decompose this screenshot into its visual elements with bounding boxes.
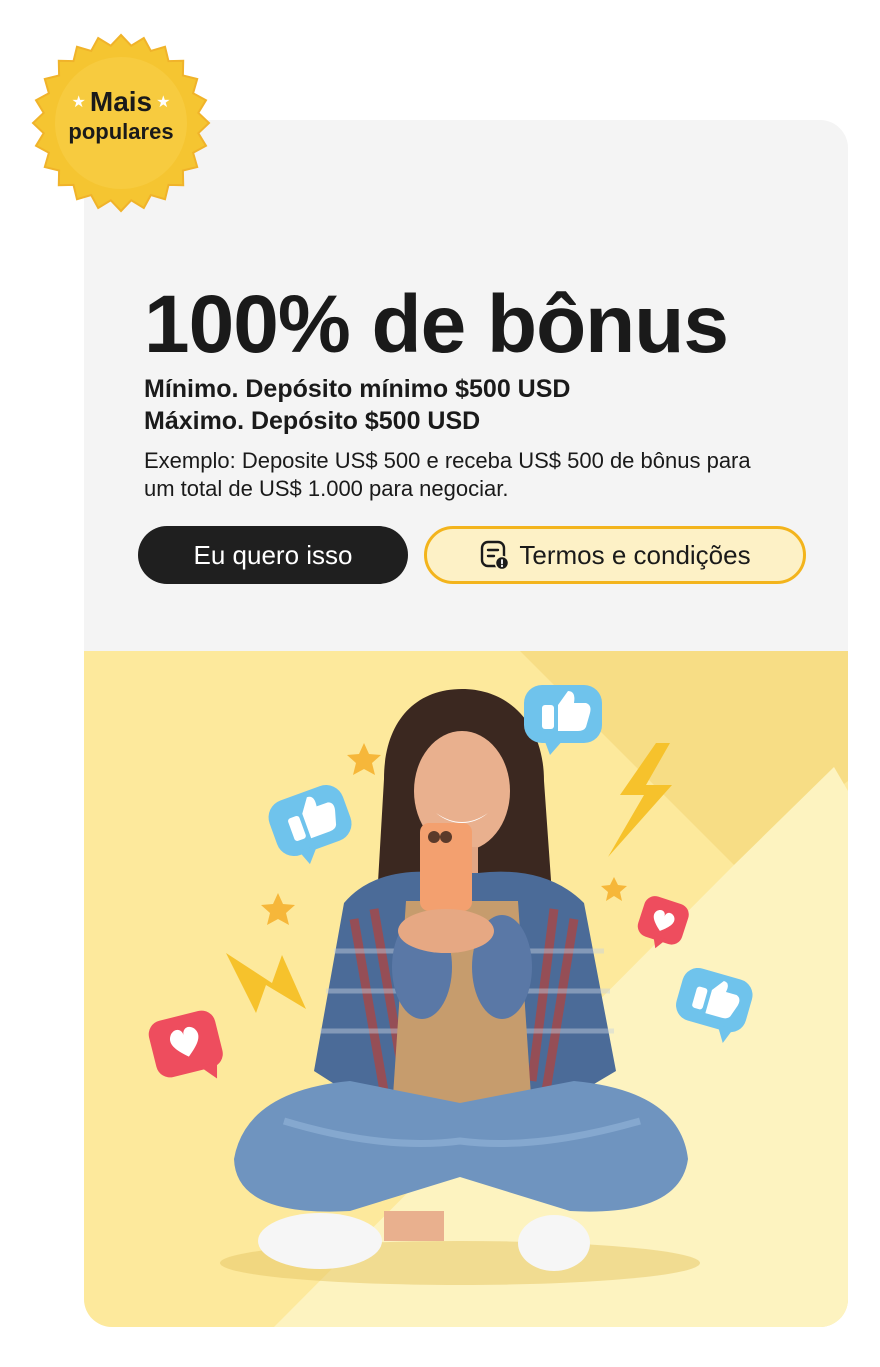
star-icon: [601, 877, 627, 901]
woman-image: [234, 689, 688, 1271]
document-info-icon: [479, 539, 511, 571]
lightning-icon: [226, 953, 306, 1013]
claim-bonus-label: Eu quero isso: [193, 539, 353, 570]
claim-bonus-button[interactable]: Eu quero isso: [138, 526, 408, 584]
heart-icon: [637, 896, 689, 949]
thumbs-up-icon: [268, 785, 352, 865]
most-popular-badge: ★ Mais ★ populares: [30, 32, 212, 214]
heart-icon: [148, 1010, 223, 1079]
star-icon: ★: [71, 94, 86, 111]
star-icon: ★: [156, 94, 171, 111]
terms-button[interactable]: Termos e condições: [424, 526, 806, 584]
thumbs-up-icon: [676, 967, 753, 1044]
maximum-deposit-text: Máximo. Depósito $500 USD: [144, 407, 481, 435]
star-icon: [347, 743, 381, 775]
bonus-card: 100% de bônus Mínimo. Depósito mínimo $5…: [84, 120, 848, 1327]
star-icon: [261, 893, 295, 925]
badge-label-line1: Mais: [89, 86, 153, 117]
offer-title: 100% de bônus: [144, 279, 729, 370]
terms-label: Termos e condições: [519, 539, 751, 570]
minimum-deposit-text: Mínimo. Depósito mínimo $500 USD: [144, 375, 571, 403]
hero-illustration: [148, 685, 753, 1285]
badge-label-line2: populares: [68, 119, 174, 144]
promo-page: 100% de bônus Mínimo. Depósito mínimo $5…: [0, 0, 880, 1367]
lightning-icon: [608, 743, 672, 857]
hero-section: [84, 651, 848, 1327]
example-text: Exemplo: Deposite US$ 500 e receba US$ 5…: [144, 448, 751, 501]
